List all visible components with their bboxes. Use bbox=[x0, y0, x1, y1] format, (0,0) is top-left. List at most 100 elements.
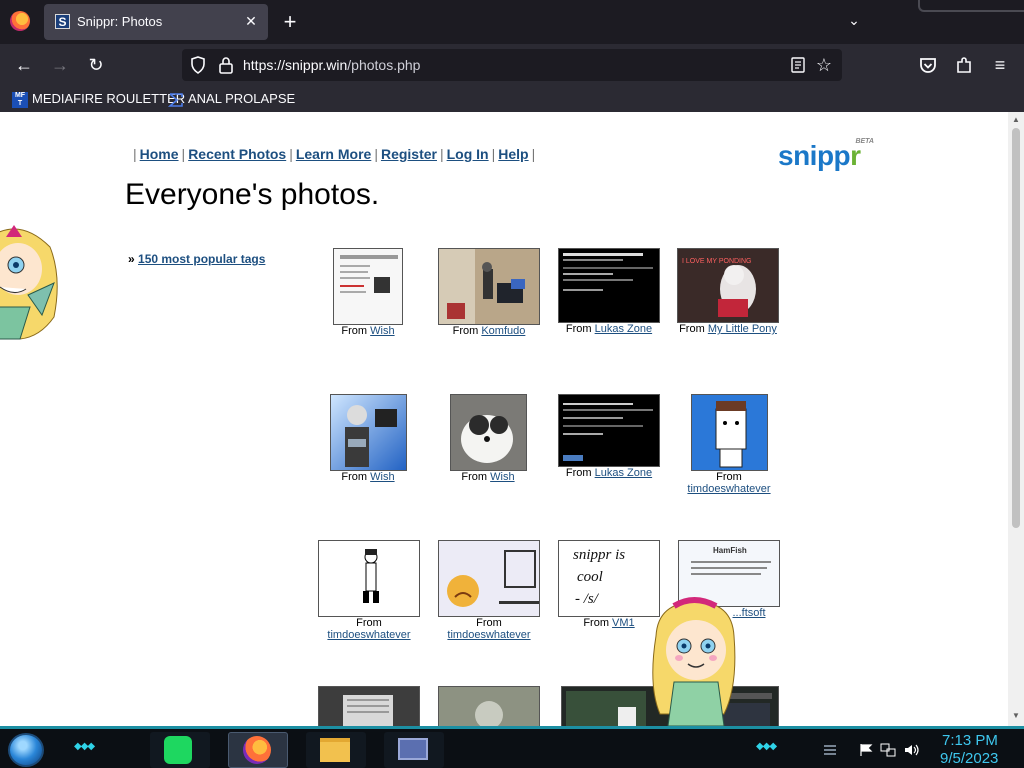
hamburger-menu-icon[interactable]: ≡ bbox=[989, 54, 1011, 76]
photo-caption: From Lukas Zone bbox=[565, 323, 653, 335]
photo-source-link[interactable]: Wish bbox=[370, 325, 394, 337]
photo-thumbnail[interactable] bbox=[690, 394, 768, 471]
photo-source-link[interactable]: timdoeswhatever bbox=[327, 629, 410, 641]
scroll-up-icon[interactable]: ▲ bbox=[1012, 116, 1020, 124]
lock-icon[interactable] bbox=[218, 56, 234, 74]
firefox-icon[interactable] bbox=[10, 11, 30, 31]
volume-icon[interactable] bbox=[904, 743, 920, 757]
photo-caption: From timdoeswhatever bbox=[327, 617, 411, 641]
network-icon[interactable] bbox=[880, 743, 896, 757]
photo-item: From Lukas Zone bbox=[558, 248, 660, 335]
sigma-icon bbox=[168, 92, 183, 107]
photo-caption: From Lukas Zone bbox=[565, 467, 653, 479]
taskbar-decoration: ◆◆◆ bbox=[756, 741, 777, 752]
nav-home-link[interactable]: Home bbox=[140, 146, 179, 162]
photo-item: From Wish bbox=[318, 248, 418, 337]
snippr-logo[interactable]: snippr BETA bbox=[778, 138, 878, 172]
photo-item: From timdoeswhatever bbox=[438, 540, 540, 641]
shield-icon[interactable] bbox=[190, 56, 206, 74]
photo-source-link[interactable]: VM1 bbox=[612, 617, 635, 629]
taskbar-control-panel[interactable] bbox=[384, 732, 444, 768]
start-button[interactable] bbox=[8, 733, 44, 767]
photo-item bbox=[438, 686, 540, 726]
popular-tags-link[interactable]: 150 most popular tags bbox=[138, 252, 265, 266]
pocket-icon[interactable] bbox=[917, 54, 939, 76]
bookmark-star-icon[interactable]: ☆ bbox=[814, 55, 834, 75]
photo-thumbnail[interactable] bbox=[318, 540, 420, 617]
flag-icon[interactable] bbox=[858, 743, 874, 757]
url-text[interactable]: https://snippr.win/photos.php bbox=[243, 57, 420, 73]
extensions-puzzle-icon[interactable] bbox=[953, 54, 975, 76]
photo-source-link[interactable]: timdoeswhatever bbox=[687, 483, 770, 495]
tags-bullet: » bbox=[128, 252, 135, 266]
photo-item bbox=[318, 686, 420, 726]
photo-source-link[interactable]: Komfudo bbox=[481, 325, 525, 337]
logo-text-main: snipp bbox=[778, 140, 851, 171]
chevron-down-icon[interactable]: ⌄ bbox=[844, 12, 864, 32]
firefox-icon bbox=[243, 736, 271, 764]
back-arrow-icon[interactable]: ← bbox=[13, 54, 35, 76]
bookmark-mediafire[interactable]: MF T MEDIAFIRE ROULETTER bbox=[12, 90, 185, 108]
site-navigation: | Home | Recent Photos | Learn More | Register |… bbox=[133, 146, 536, 162]
windows-taskbar: ◆◆◆ ◆◆◆ 7:13 PM 9/5/2023 bbox=[0, 726, 1024, 768]
photo-caption: From My Little Pony bbox=[679, 323, 777, 335]
photo-thumbnail[interactable] bbox=[558, 394, 660, 467]
beta-badge: BETA bbox=[855, 138, 874, 145]
clock-date[interactable]: 9/5/2023 bbox=[940, 750, 998, 767]
scrollbar-thumb[interactable] bbox=[1012, 128, 1020, 528]
close-tab-icon[interactable]: ✕ bbox=[242, 12, 260, 30]
photo-caption: From Wish bbox=[461, 471, 515, 483]
taskbar-spotify[interactable] bbox=[150, 732, 210, 768]
scroll-down-icon[interactable]: ▼ bbox=[1012, 712, 1020, 720]
photo-thumbnail[interactable] bbox=[438, 248, 540, 325]
nav-login-link[interactable]: Log In bbox=[447, 146, 489, 162]
bookmark-anal-prolapse[interactable]: ANAL PROLAPSE bbox=[168, 90, 295, 108]
photo-item: I LOVE MY PONDING From My Little Pony bbox=[676, 248, 780, 335]
photo-thumbnail[interactable] bbox=[329, 394, 407, 471]
control-panel-icon bbox=[398, 738, 428, 760]
page-scrollbar[interactable]: ▲ ▼ bbox=[1008, 112, 1024, 726]
photo-thumbnail[interactable] bbox=[438, 540, 540, 617]
handwritten-line-3: - /s/ bbox=[575, 591, 600, 607]
bookmark-label: MEDIAFIRE ROULETTER bbox=[32, 91, 186, 106]
clock-time[interactable]: 7:13 PM bbox=[942, 732, 998, 749]
nav-learn-more-link[interactable]: Learn More bbox=[296, 146, 371, 162]
photo-thumbnail[interactable] bbox=[558, 248, 660, 323]
forward-arrow-icon[interactable]: → bbox=[49, 54, 71, 76]
photo-source-link[interactable]: Lukas Zone bbox=[595, 323, 652, 335]
new-tab-icon[interactable]: + bbox=[280, 11, 300, 33]
taskbar-firefox[interactable] bbox=[228, 732, 288, 768]
photo-source-link[interactable]: Lukas Zone bbox=[595, 467, 652, 479]
nav-register-link[interactable]: Register bbox=[381, 146, 437, 162]
bookmarks-toolbar: MF T MEDIAFIRE ROULETTER ANAL PROLAPSE bbox=[0, 86, 1024, 112]
nav-help-link[interactable]: Help bbox=[498, 146, 528, 162]
snippr-favicon-icon: S bbox=[55, 14, 70, 29]
photo-source-link[interactable]: Wish bbox=[490, 471, 514, 483]
photo-source-link[interactable]: Wish bbox=[370, 471, 394, 483]
photo-item: From Wish bbox=[438, 394, 538, 483]
photo-thumbnail[interactable]: snippr is cool - /s/ bbox=[558, 540, 660, 617]
photo-thumbnail[interactable] bbox=[438, 686, 540, 726]
photo-source-link[interactable]: timdoeswhatever bbox=[447, 629, 530, 641]
spotify-icon bbox=[164, 736, 192, 764]
mediafire-icon: MF T bbox=[12, 91, 28, 108]
photo-item: snippr is cool - /s/ From VM1 bbox=[558, 540, 660, 629]
photo-thumbnail[interactable] bbox=[449, 394, 527, 471]
page-title: Everyone's photos. bbox=[125, 178, 380, 211]
window-frame-decoration bbox=[918, 0, 1024, 12]
nav-recent-photos-link[interactable]: Recent Photos bbox=[188, 146, 286, 162]
url-path: /photos.php bbox=[347, 57, 421, 73]
photo-thumbnail[interactable]: I LOVE MY PONDING bbox=[677, 248, 779, 323]
photo-source-link[interactable]: My Little Pony bbox=[708, 323, 777, 335]
photo-item: From timdoeswhatever bbox=[676, 394, 782, 495]
star-butterfly-sticker-left bbox=[0, 225, 58, 340]
url-bar[interactable]: https://snippr.win/photos.php ☆ bbox=[182, 49, 842, 81]
active-tab[interactable]: S Snippr: Photos ✕ bbox=[44, 4, 268, 40]
reader-view-icon[interactable] bbox=[790, 57, 806, 73]
reload-icon[interactable]: ↻ bbox=[85, 54, 107, 76]
overflow-icon[interactable] bbox=[822, 743, 838, 757]
photo-thumbnail[interactable] bbox=[318, 686, 420, 726]
taskbar-file-explorer[interactable] bbox=[306, 732, 366, 768]
tab-bar: S Snippr: Photos ✕ + ⌄ bbox=[0, 0, 1024, 44]
photo-thumbnail[interactable] bbox=[333, 248, 403, 325]
